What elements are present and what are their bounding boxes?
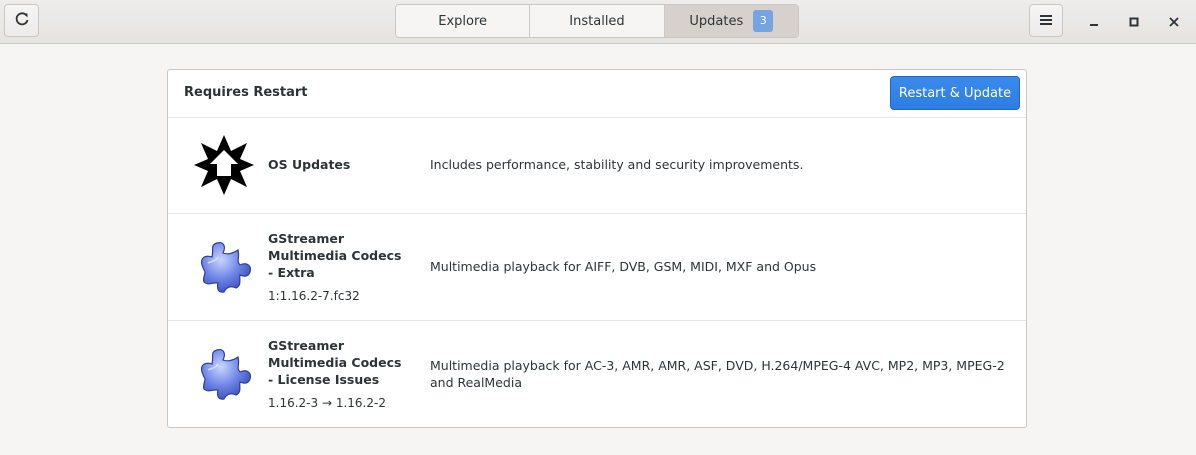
tab-installed-label: Installed (569, 13, 625, 29)
app-description: Includes performance, stability and secu… (430, 157, 804, 172)
refresh-button[interactable] (4, 4, 39, 37)
puzzle-piece-icon (192, 235, 256, 299)
puzzle-piece-icon (192, 342, 256, 406)
refresh-icon (14, 11, 30, 31)
tab-updates-label: Updates (689, 13, 744, 29)
updates-card: Requires Restart Restart & Update OS Upd… (167, 69, 1027, 428)
view-switcher: Explore Installed Updates 3 (395, 4, 799, 38)
updates-count-badge: 3 (753, 10, 774, 32)
menu-button[interactable] (1029, 4, 1063, 37)
tab-updates[interactable]: Updates 3 (663, 5, 798, 37)
close-button[interactable] (1163, 10, 1185, 32)
update-row-os[interactable]: OS Updates Includes performance, stabili… (168, 117, 1026, 214)
update-row-gstreamer-extra[interactable]: GStreamer Multimedia Codecs - Extra 1:1.… (168, 214, 1026, 321)
minimize-button[interactable] (1083, 10, 1105, 32)
app-version: 1.16.2-3 → 1.16.2-2 (268, 396, 386, 410)
hamburger-menu-icon (1039, 11, 1053, 30)
app-name: OS Updates (268, 157, 351, 172)
app-name: GStreamer Multimedia Codecs - Extra (268, 231, 402, 280)
tab-installed[interactable]: Installed (529, 5, 663, 37)
app-description: Multimedia playback for AC-3, AMR, AMR, … (430, 358, 1005, 390)
app-description: Multimedia playback for AIFF, DVB, GSM, … (430, 259, 817, 274)
maximize-button[interactable] (1123, 10, 1145, 32)
tab-explore-label: Explore (438, 13, 488, 29)
os-update-icon (192, 133, 256, 197)
update-row-gstreamer-license[interactable]: GStreamer Multimedia Codecs - License Is… (168, 321, 1026, 427)
section-header: Requires Restart Restart & Update (168, 70, 1026, 118)
close-icon (1169, 12, 1179, 31)
tab-explore[interactable]: Explore (396, 5, 529, 37)
section-title: Requires Restart (184, 85, 308, 100)
app-name: GStreamer Multimedia Codecs - License Is… (268, 338, 402, 387)
restart-update-button[interactable]: Restart & Update (890, 76, 1020, 110)
minimize-icon (1089, 12, 1099, 31)
app-version: 1:1.16.2-7.fc32 (268, 289, 360, 303)
header-bar: Explore Installed Updates 3 (0, 0, 1196, 44)
maximize-icon (1129, 12, 1139, 31)
